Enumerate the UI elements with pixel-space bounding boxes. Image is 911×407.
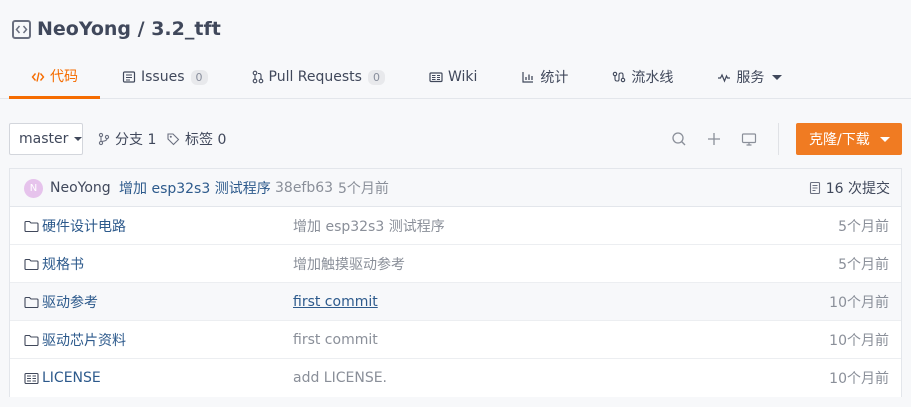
code-icon xyxy=(31,70,45,84)
branch-select-value: master xyxy=(19,131,69,147)
chevron-down-icon xyxy=(879,136,890,142)
repo-name[interactable]: NeoYong / 3.2_tft xyxy=(37,18,221,40)
tab-label: 服务 xyxy=(736,70,765,86)
issues-icon xyxy=(122,70,136,84)
tab-issues[interactable]: Issues 0 xyxy=(100,58,230,96)
file-row[interactable]: 驱动芯片资料 first commit 10个月前 xyxy=(10,321,901,359)
branch-select[interactable]: master xyxy=(9,123,83,155)
branches-link[interactable]: 分支 1 xyxy=(98,123,156,155)
wiki-icon xyxy=(429,70,443,84)
tab-stats[interactable]: 统计 xyxy=(499,58,590,96)
tab-services[interactable]: 服务 xyxy=(695,58,804,96)
commit-sha[interactable]: 38efb63 xyxy=(275,169,333,207)
pipeline-icon xyxy=(612,70,626,84)
file-browser: N NeoYong 增加 esp32s3 测试程序 38efb63 5个月前 1… xyxy=(9,168,902,397)
file-commit-message[interactable]: 增加 esp32s3 测试程序 xyxy=(293,207,445,245)
stats-icon xyxy=(521,70,535,84)
license-file-icon xyxy=(23,370,39,386)
file-time: 10个月前 xyxy=(829,371,889,387)
file-name[interactable]: 规格书 xyxy=(42,245,84,283)
tag-icon xyxy=(167,133,180,146)
pulse-icon xyxy=(717,70,731,84)
file-time: 5个月前 xyxy=(838,257,889,273)
commits-count-link[interactable]: 16 次提交 xyxy=(809,169,890,207)
folder-icon xyxy=(23,332,39,348)
latest-commit-bar: N NeoYong 增加 esp32s3 测试程序 38efb63 5个月前 1… xyxy=(10,169,901,207)
clone-download-button[interactable]: 克隆/下载 xyxy=(796,123,902,155)
file-name[interactable]: 驱动参考 xyxy=(42,283,98,321)
issues-count-badge: 0 xyxy=(190,69,208,85)
folder-icon xyxy=(23,218,39,234)
file-row[interactable]: 硬件设计电路 增加 esp32s3 测试程序 5个月前 xyxy=(10,207,901,245)
commits-count: 16 次提交 xyxy=(825,181,890,197)
folder-icon xyxy=(23,256,39,272)
repo-header: NeoYong / 3.2_tft 代码 Issues 0 Pull Reque… xyxy=(0,0,911,99)
commit-time: 5个月前 xyxy=(338,181,389,197)
tab-label: 代码 xyxy=(50,68,78,85)
commits-icon xyxy=(809,181,820,195)
chevron-down-icon xyxy=(74,137,83,141)
branches-count: 分支 1 xyxy=(115,132,157,148)
tab-label: Pull Requests xyxy=(268,69,362,85)
file-name[interactable]: 驱动芯片资料 xyxy=(42,321,126,359)
toolbar-divider xyxy=(778,123,779,155)
tab-pipeline[interactable]: 流水线 xyxy=(590,58,695,96)
file-row[interactable]: 规格书 增加触摸驱动参考 5个月前 xyxy=(10,245,901,283)
repo-toolbar: master 分支 1 标签 0 克隆/下载 xyxy=(9,123,902,155)
search-icon[interactable] xyxy=(670,130,688,148)
tab-pull-requests[interactable]: Pull Requests 0 xyxy=(230,58,407,96)
clone-download-label: 克隆/下载 xyxy=(809,132,870,148)
repo-code-icon xyxy=(12,19,31,39)
repo-tabs: 代码 Issues 0 Pull Requests 0 Wiki 统计 流水线 … xyxy=(9,58,804,99)
folder-icon xyxy=(23,294,39,310)
web-ide-icon[interactable] xyxy=(740,130,758,148)
tab-label: 统计 xyxy=(540,70,569,86)
file-time: 5个月前 xyxy=(838,219,889,235)
file-name[interactable]: LICENSE xyxy=(42,359,101,397)
file-name[interactable]: 硬件设计电路 xyxy=(42,207,126,245)
commit-author[interactable]: NeoYong xyxy=(50,169,111,207)
tab-label: Wiki xyxy=(447,69,478,85)
file-commit-message[interactable]: first commit xyxy=(293,283,378,321)
tags-link[interactable]: 标签 0 xyxy=(166,123,226,155)
file-commit-message[interactable]: first commit xyxy=(293,321,378,359)
tab-label: Issues xyxy=(141,69,185,85)
pull-requests-count-badge: 0 xyxy=(367,69,385,85)
tags-count: 标签 0 xyxy=(185,132,227,148)
tab-wiki[interactable]: Wiki xyxy=(407,58,499,96)
tab-code[interactable]: 代码 xyxy=(9,58,100,99)
file-commit-message[interactable]: add LICENSE. xyxy=(293,359,387,397)
file-commit-message[interactable]: 增加触摸驱动参考 xyxy=(293,245,405,283)
repo-title-area: NeoYong / 3.2_tft xyxy=(12,18,221,40)
file-row[interactable]: LICENSE add LICENSE. 10个月前 xyxy=(10,359,901,397)
commit-message[interactable]: 增加 esp32s3 测试程序 xyxy=(119,169,271,207)
add-icon[interactable] xyxy=(705,130,723,148)
pull-request-icon xyxy=(252,70,264,84)
tab-label: 流水线 xyxy=(631,70,674,86)
file-time: 10个月前 xyxy=(829,295,889,311)
chevron-down-icon xyxy=(772,74,783,80)
avatar[interactable]: N xyxy=(24,179,43,198)
branch-icon xyxy=(98,132,110,146)
file-row[interactable]: 驱动参考 first commit 10个月前 xyxy=(10,283,901,321)
file-time: 10个月前 xyxy=(829,333,889,349)
